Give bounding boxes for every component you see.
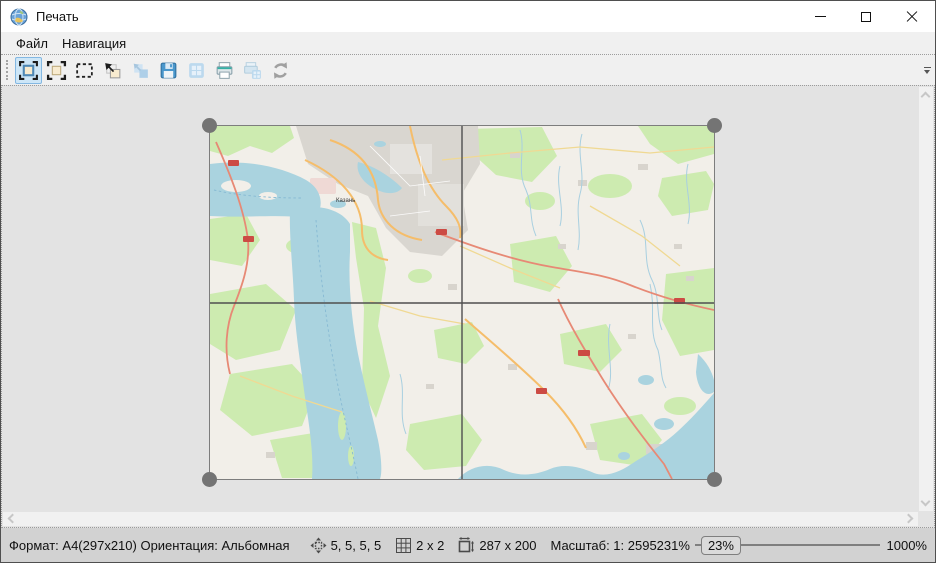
toolbar — [1, 54, 935, 85]
menu-file[interactable]: Файл — [9, 34, 55, 53]
scroll-up-icon[interactable] — [921, 92, 931, 102]
map-image: Казань — [210, 126, 714, 479]
map-canvas[interactable]: Казань — [1, 85, 935, 528]
select-region-icon — [74, 60, 95, 81]
zoom-max-label: 1000% — [887, 538, 927, 553]
overflow-bar-icon — [924, 67, 931, 68]
pages-grid-status: 2 x 2 — [395, 537, 444, 554]
resize-handle-top-right[interactable] — [707, 118, 722, 133]
grid-icon — [395, 537, 412, 554]
zoom-control: 1% 23% 1000% — [671, 536, 927, 555]
vertical-scrollbar[interactable] — [919, 87, 933, 511]
save-pages-button[interactable] — [183, 57, 210, 84]
refresh-icon — [270, 60, 291, 81]
toolbar-overflow-button[interactable] — [920, 57, 934, 84]
zoom-value-handle[interactable]: 23% — [701, 536, 741, 555]
frame-print-area-button[interactable] — [43, 57, 70, 84]
pages-grid-value: 2 x 2 — [416, 538, 444, 553]
margins-value: 5, 5, 5, 5 — [331, 538, 382, 553]
close-icon — [906, 11, 918, 23]
scale-status: Масштаб: 1: 259523 — [550, 538, 671, 553]
print-dialog-window: Печать Файл Навигация — [0, 0, 936, 563]
chevron-down-icon — [924, 70, 930, 74]
scroll-right-icon[interactable] — [904, 514, 914, 524]
refresh-button[interactable] — [267, 57, 294, 84]
window-title: Печать — [36, 9, 79, 24]
menu-navigation[interactable]: Навигация — [55, 34, 133, 53]
select-print-area-icon — [18, 60, 39, 81]
map-city-label: Казань — [336, 198, 355, 204]
horizontal-scrollbar[interactable] — [3, 512, 918, 526]
page-size-icon — [458, 537, 475, 554]
save-icon — [158, 60, 179, 81]
page-size-status: 287 x 200 — [458, 537, 536, 554]
margins-icon — [310, 537, 327, 554]
statusbar: Формат: A4(297x210) Ориентация: Альбомна… — [1, 528, 935, 562]
print-icon — [214, 60, 235, 81]
minimize-icon — [815, 16, 826, 17]
toolbar-grip — [6, 60, 11, 80]
print-pages-icon — [242, 60, 263, 81]
close-button[interactable] — [889, 1, 935, 32]
move-pages-icon — [130, 60, 151, 81]
page-size-value: 287 x 200 — [479, 538, 536, 553]
globe-app-icon — [10, 8, 28, 26]
move-print-area-icon — [102, 60, 123, 81]
resize-handle-bottom-right[interactable] — [707, 472, 722, 487]
frame-print-area-icon — [46, 60, 67, 81]
maximize-icon — [861, 12, 871, 22]
menubar: Файл Навигация — [1, 32, 935, 54]
save-button[interactable] — [155, 57, 182, 84]
zoom-slider-track[interactable] — [741, 544, 880, 546]
print-pages-button[interactable] — [239, 57, 266, 84]
scroll-down-icon[interactable] — [921, 497, 931, 507]
minimize-button[interactable] — [797, 1, 843, 32]
zoom-min-label: 1% — [671, 538, 690, 553]
print-button[interactable] — [211, 57, 238, 84]
move-pages-button[interactable] — [127, 57, 154, 84]
resize-handle-top-left[interactable] — [202, 118, 217, 133]
select-print-area-button[interactable] — [15, 57, 42, 84]
scroll-left-icon[interactable] — [8, 514, 18, 524]
save-pages-icon — [186, 60, 207, 81]
map-preview[interactable]: Казань — [209, 125, 715, 480]
move-print-area-button[interactable] — [99, 57, 126, 84]
format-status: Формат: A4(297x210) Ориентация: Альбомна… — [9, 538, 290, 553]
margins-status: 5, 5, 5, 5 — [310, 537, 382, 554]
select-region-button[interactable] — [71, 57, 98, 84]
resize-handle-bottom-left[interactable] — [202, 472, 217, 487]
titlebar: Печать — [1, 1, 935, 32]
maximize-button[interactable] — [843, 1, 889, 32]
